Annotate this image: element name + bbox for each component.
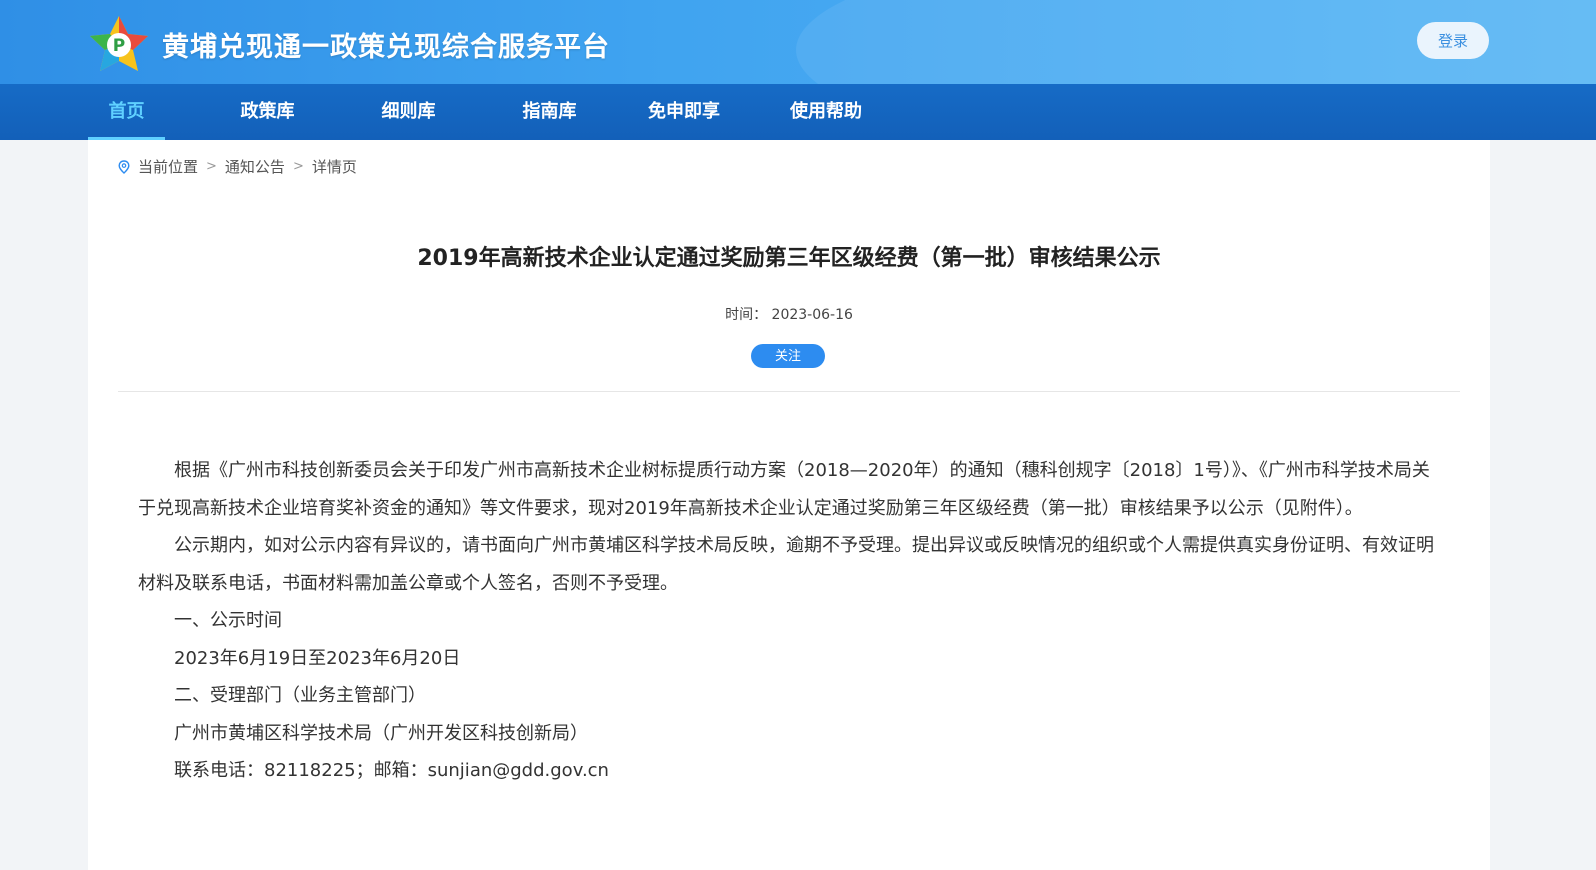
publish-time: 时间： 2023-06-16	[88, 304, 1490, 324]
article-paragraph: 联系电话：82118225；邮箱：sunjian@gdd.gov.cn	[174, 760, 609, 781]
nav-item-home[interactable]: 首页	[88, 84, 165, 140]
star-p-logo-icon: P	[90, 16, 148, 71]
publish-time-label: 时间：	[725, 307, 768, 323]
divider	[118, 391, 1460, 392]
article-paragraph: 一、公示时间	[174, 610, 282, 631]
breadcrumb-notices-link[interactable]: 通知公告	[225, 156, 285, 177]
article-paragraph: 2023年6月19日至2023年6月20日	[174, 647, 461, 669]
article-paragraph: 根据《广州市科技创新委员会关于印发广州市高新技术企业树标提质行动方案（2018—…	[138, 460, 1430, 519]
publish-time-value: 2023-06-16	[771, 307, 853, 323]
nav-item-policy-library[interactable]: 政策库	[229, 84, 306, 140]
nav-item-help[interactable]: 使用帮助	[780, 84, 872, 140]
site-title: 黄埔兑现通一政策兑现综合服务平台	[162, 31, 610, 63]
site-header: P 黄埔兑现通一政策兑现综合服务平台 登录	[0, 0, 1596, 84]
follow-button[interactable]: 关注	[751, 344, 825, 368]
breadcrumb-current-location: 当前位置	[138, 158, 199, 176]
breadcrumb-separator: >	[292, 159, 304, 174]
article-title: 2019年高新技术企业认定通过奖励第三年区级经费（第一批）审核结果公示	[417, 246, 1161, 271]
nav-item-auto-benefits[interactable]: 免申即享	[638, 84, 730, 140]
location-pin-icon	[118, 159, 130, 174]
article-paragraph: 公示期内，如对公示内容有异议的，请书面向广州市黄埔区科学技术局反映，逾期不予受理…	[138, 535, 1434, 594]
article-paragraph: 二、受理部门（业务主管部门）	[174, 685, 426, 706]
main-nav: 首页 政策库 细则库 指南库 免申即享 使用帮助	[0, 84, 1596, 140]
article-body: 根据《广州市科技创新委员会关于印发广州市高新技术企业树标提质行动方案（2018—…	[138, 452, 1438, 790]
site-logo[interactable]: P 黄埔兑现通一政策兑现综合服务平台	[86, 14, 610, 74]
nav-item-guide-library[interactable]: 指南库	[511, 84, 588, 140]
breadcrumb: 当前位置 > 通知公告 > 详情页	[118, 156, 357, 177]
content-card: 当前位置 > 通知公告 > 详情页 2019年高新技术企业认定通过奖励第三年区级…	[88, 140, 1490, 870]
article-paragraph: 广州市黄埔区科学技术局（广州开发区科技创新局）	[174, 722, 588, 744]
svg-text:P: P	[113, 36, 125, 56]
breadcrumb-detail-page: 详情页	[311, 158, 357, 176]
nav-item-rules-library[interactable]: 细则库	[370, 84, 447, 140]
breadcrumb-separator: >	[206, 159, 217, 174]
login-button[interactable]: 登录	[1417, 22, 1489, 59]
